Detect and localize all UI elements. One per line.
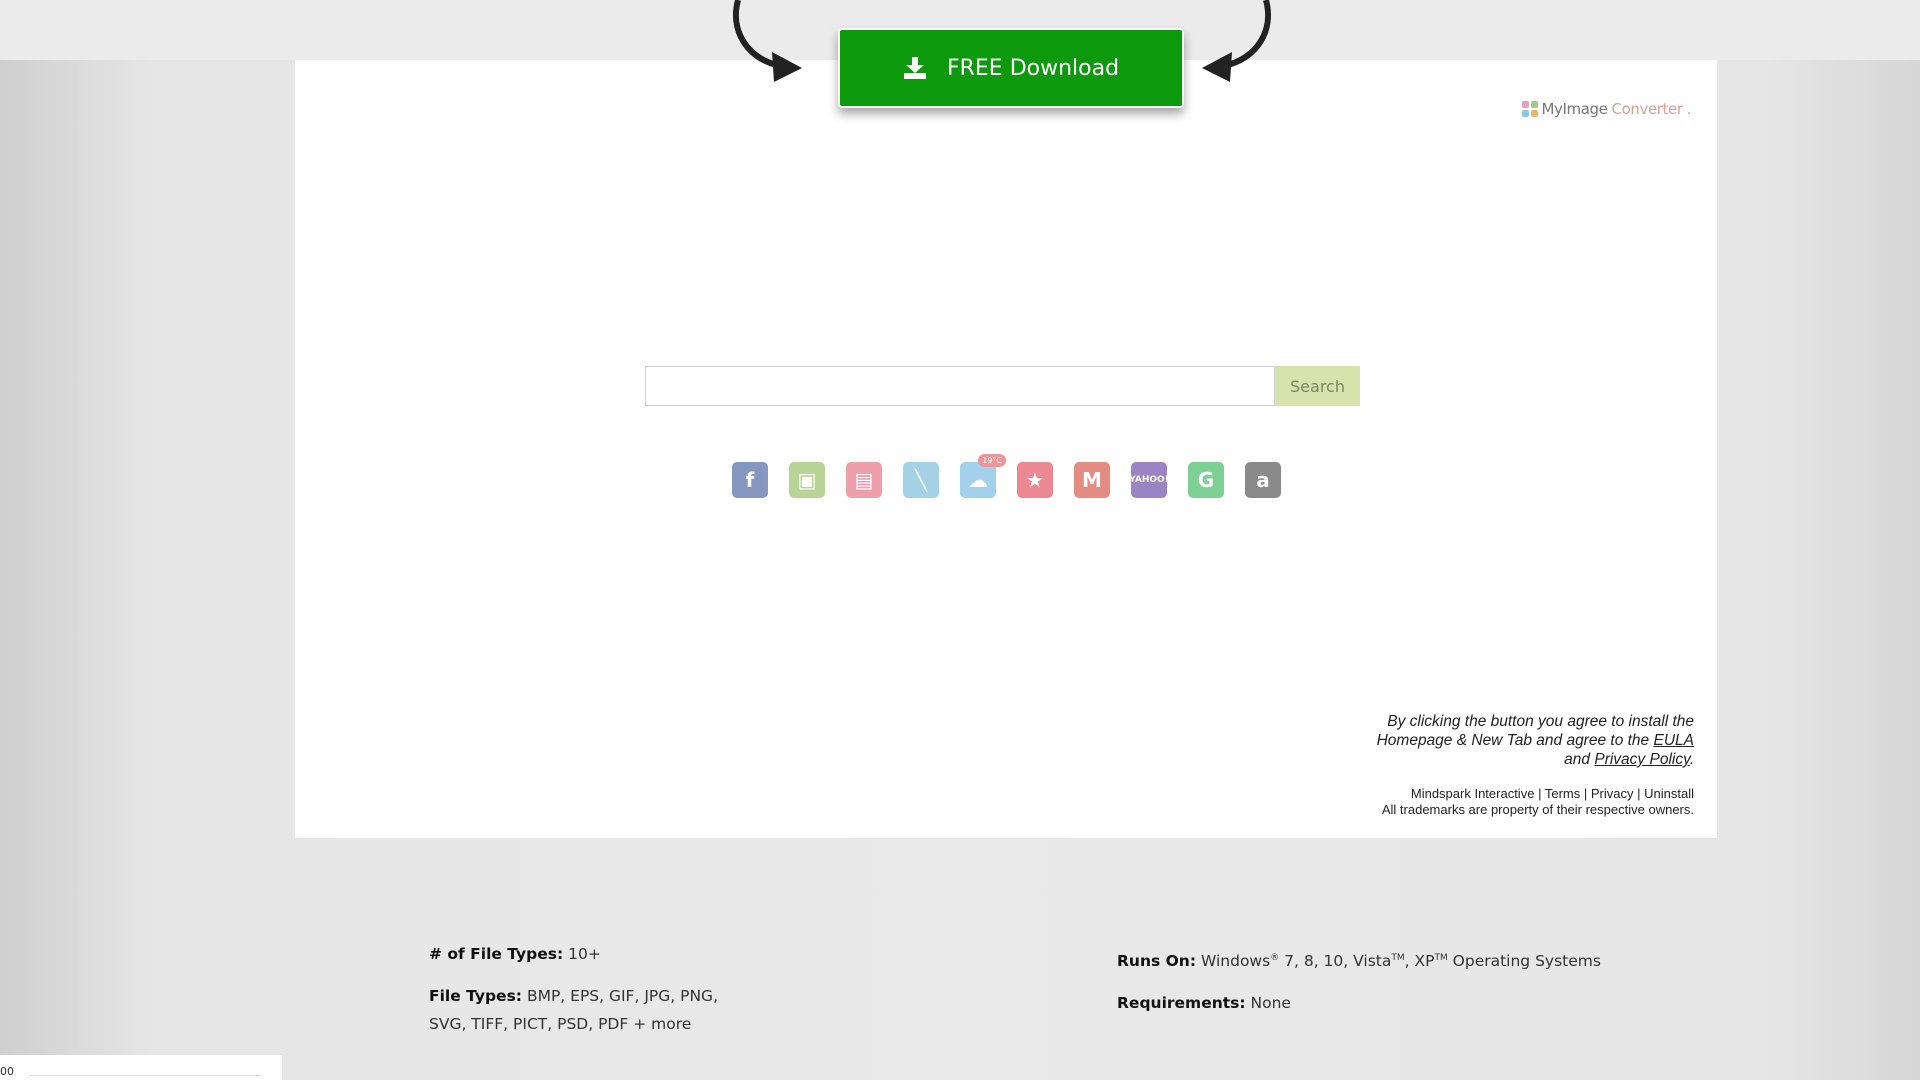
footer-trademarks: All trademarks are property of their res…	[1381, 802, 1694, 817]
footer-links: Mindspark Interactive | Terms | Privacy …	[1382, 786, 1694, 818]
footer-separator: |	[1637, 786, 1641, 801]
image-gallery-icon[interactable]: ▣	[789, 462, 825, 498]
logo-dot: .	[1686, 100, 1692, 118]
file-types-value-1: BMP, EPS, GIF, JPG, PNG,	[526, 987, 718, 1005]
legal-and: and	[1564, 751, 1591, 768]
trademark-mark: TM	[1391, 953, 1405, 963]
main-panel: MyImage Converter. Search f ▣ ▤ ╲ ☁ 19°C ★ M YAHO…	[295, 60, 1717, 838]
logo-text-primary: MyImage	[1541, 100, 1608, 118]
bottom-widget-track	[30, 1075, 262, 1076]
weather-badge: 19°C	[978, 454, 1006, 467]
logo-text-secondary: Converter	[1611, 100, 1684, 118]
weather-glyph: ☁	[968, 468, 988, 492]
download-icon	[903, 57, 926, 79]
search-button[interactable]: Search	[1275, 366, 1360, 406]
amazon-icon[interactable]: a	[1245, 462, 1281, 498]
logo-dots-icon	[1521, 101, 1538, 117]
curved-arrow-left-icon	[1202, 0, 1271, 82]
legal-line-1: By clicking the button you agree to inst…	[1387, 713, 1694, 730]
file-types-count-label: # of File Types:	[429, 945, 564, 963]
requirements-label: Requirements:	[1117, 994, 1246, 1013]
file-types-label: File Types:	[429, 987, 522, 1005]
file-types-count-value: 10+	[568, 945, 601, 963]
yahoo-icon[interactable]: YAHOO!	[1129, 462, 1169, 498]
photos-icon[interactable]: ▤	[846, 462, 882, 498]
footer-terms-link[interactable]: Terms	[1545, 786, 1580, 801]
amazon-glyph: a	[1256, 468, 1270, 492]
favorites-glyph: ★	[1026, 468, 1044, 492]
runs-on-versions: 7, 8, 10, Vista	[1284, 952, 1392, 971]
download-label: FREE Download	[946, 55, 1120, 81]
specs-left: # of File Types: 10+ File Types: BMP, EP…	[429, 940, 729, 1052]
grammarly-glyph: G	[1197, 468, 1215, 492]
trademark-mark-xp: TM	[1434, 953, 1448, 963]
privacy-policy-link[interactable]: Privacy Policy	[1594, 751, 1689, 768]
registered-mark: ®	[1270, 953, 1280, 963]
runs-on-suffix: Operating Systems	[1452, 952, 1601, 971]
footer-company[interactable]: Mindspark Interactive	[1411, 786, 1535, 801]
free-download-button[interactable]: FREE Download	[838, 28, 1184, 108]
gmail-glyph: M	[1082, 468, 1102, 492]
grammarly-icon[interactable]: G	[1188, 462, 1224, 498]
requirements-value: None	[1250, 994, 1291, 1013]
runs-on-label: Runs On:	[1117, 952, 1197, 971]
footer-uninstall-link[interactable]: Uninstall	[1644, 786, 1694, 801]
quick-links-bar: f ▣ ▤ ╲ ☁ 19°C ★ M YAHOO! Ga	[732, 454, 1281, 498]
yahoo-glyph: YAHOO!	[1129, 475, 1169, 485]
file-types-value-2: SVG, TIFF, PICT, PSD, PDF + more	[429, 1015, 692, 1033]
footer-privacy-link[interactable]: Privacy	[1591, 786, 1634, 801]
image-gallery-glyph: ▣	[797, 468, 817, 492]
search-bar: Search	[645, 366, 1360, 406]
legal-notice: By clicking the button you agree to inst…	[1354, 712, 1694, 769]
notes-icon[interactable]: ╲	[903, 462, 939, 498]
runs-on-xp: , XP	[1404, 952, 1435, 971]
eula-link[interactable]: EULA	[1654, 732, 1695, 749]
footer-separator: |	[1538, 786, 1542, 801]
legal-line-2: Homepage & New Tab and agree to the	[1376, 732, 1650, 749]
curved-arrow-right-icon	[733, 0, 802, 82]
favorites-icon[interactable]: ★	[1017, 462, 1053, 498]
legal-period: .	[1689, 751, 1694, 768]
specs-right: Runs On: Windows® 7, 8, 10, VistaTM, XPT…	[1117, 944, 1637, 1031]
gmail-icon[interactable]: M	[1074, 462, 1110, 498]
photos-glyph: ▤	[854, 468, 874, 492]
search-input[interactable]	[645, 366, 1275, 406]
myimageconverter-logo: MyImage Converter.	[1521, 100, 1692, 118]
bottom-widget-number: 00	[0, 1065, 14, 1078]
facebook-icon[interactable]: f	[732, 462, 768, 498]
runs-on-windows: Windows	[1200, 952, 1271, 971]
footer-separator: |	[1583, 786, 1588, 801]
facebook-glyph: f	[745, 468, 755, 492]
bottom-widget: 00	[0, 1055, 282, 1080]
notes-glyph: ╲	[914, 468, 928, 492]
weather-icon[interactable]: ☁ 19°C	[960, 454, 1006, 498]
